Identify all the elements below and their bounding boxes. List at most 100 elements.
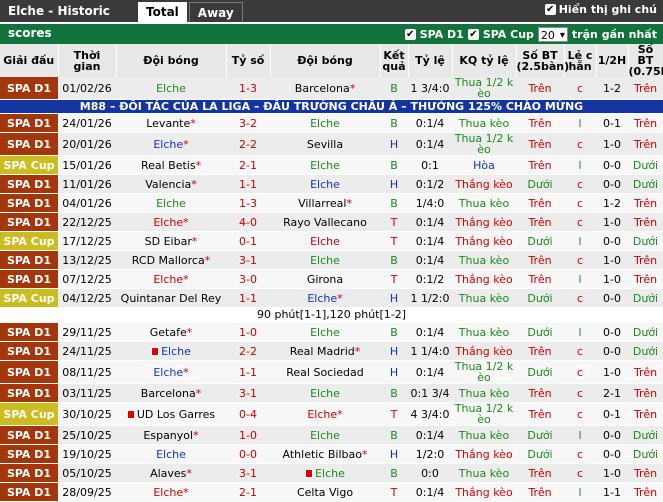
away-team-cell[interactable]: Elche [270,231,380,251]
team-name: Elche [310,177,340,191]
score-cell[interactable]: 2-2 [226,341,270,361]
away-team-cell[interactable]: Elche [270,250,380,270]
result-cell: T [380,212,408,232]
home-team-cell[interactable]: SD Eibar* [116,231,226,251]
away-team-cell[interactable]: Girona [270,269,380,289]
score-cell[interactable]: 1-1 [226,174,270,194]
half-time-cell: 0-0 [596,174,628,194]
table-header: Giải đấu Thời gian Đội bóng Tỷ số Đội bóng Kế… [0,44,663,77]
away-team-cell[interactable]: Elche [270,425,380,445]
home-team-cell[interactable]: Elche* [116,360,226,384]
home-team-cell[interactable]: RCD Mallorca* [116,250,226,270]
score-cell[interactable]: 1-3 [226,77,270,100]
over-under-cell: Trên [516,463,564,483]
home-team-cell[interactable]: Elche [116,444,226,464]
away-team-cell[interactable]: Athletic Bilbao* [270,444,380,464]
away-team-cell[interactable]: Celta Vigo [270,482,380,502]
score-cell[interactable]: 1-1 [226,288,270,308]
score-cell[interactable]: 2-1 [226,155,270,175]
odds-cell: 0:1/2 [408,269,452,289]
home-team-cell[interactable]: Elche [116,341,226,361]
table-row: SPA D1 28/09/25 Elche* 2-1 Celta Vigo T 0:1/4 T… [0,482,663,502]
match-count-select[interactable]: 20 [537,26,568,43]
away-team-cell[interactable]: Sevilla [270,132,380,156]
score-cell[interactable]: 1-0 [226,322,270,342]
score-cell[interactable]: 3-2 [226,113,270,133]
home-team-cell[interactable]: Elche* [116,482,226,502]
odds-result-cell: Thua kèo [452,322,516,342]
home-team-cell[interactable]: Barcelona* [116,383,226,403]
over-under-075-cell: Trên [628,250,663,270]
half-time-cell: 0-0 [596,288,628,308]
score-cell[interactable]: 2-2 [226,132,270,156]
odds-result-cell: Thua kèo [452,113,516,133]
score-cell[interactable]: 0-4 [226,402,270,426]
score-cell[interactable]: 3-0 [226,269,270,289]
table-row: SPA D1 29/11/25 Getafe* 1-0 Elche B 0:1/4 Thua … [0,322,663,342]
over-under-cell: Trên [516,193,564,213]
ad-banner-row[interactable]: M88 – ĐỐI TÁC CỦA LA LIGA – ĐẤU TRƯỜNG C… [0,99,663,114]
away-team-cell[interactable]: Villarreal* [270,193,380,213]
odds-result-cell: Thua kèo [452,463,516,483]
over-under-cell: Trên [516,250,564,270]
score-cell[interactable]: 2-1 [226,482,270,502]
away-team-cell[interactable]: Elche [270,463,380,483]
over-under-cell: Trên [516,132,564,156]
away-team-cell[interactable]: Elche [270,174,380,194]
odds-result-cell: Thắng kèo [452,231,516,251]
league-cell: SPA D1 [0,269,58,289]
ad-banner[interactable]: M88 – ĐỐI TÁC CỦA LA LIGA – ĐẤU TRƯỜNG C… [0,99,663,114]
away-team-cell[interactable]: Elche [270,383,380,403]
spa-d1-label: SPA D1 [419,27,464,41]
home-team-cell[interactable]: Elche [116,193,226,213]
score-cell[interactable]: 1-0 [226,425,270,445]
away-team-cell[interactable]: Elche [270,322,380,342]
score-cell[interactable]: 0-1 [226,231,270,251]
away-team-cell[interactable]: Barcelona* [270,77,380,100]
over-under-075-cell: Dưới [628,174,663,194]
score-cell[interactable]: 3-1 [226,463,270,483]
over-under-075-cell: Trên [628,77,663,100]
over-under-cell: Dưới [516,174,564,194]
home-team-cell[interactable]: Elche* [116,269,226,289]
away-team-cell[interactable]: Elche* [270,288,380,308]
score-cell[interactable]: 1-1 [226,360,270,384]
spa-cup-checkbox[interactable]: ✔ [467,28,479,40]
away-team-cell[interactable]: Elche* [270,402,380,426]
home-team-cell[interactable]: Levante* [116,113,226,133]
home-team-cell[interactable]: Elche [116,77,226,100]
score-cell[interactable]: 0-0 [226,444,270,464]
home-team-cell[interactable]: Alaves* [116,463,226,483]
home-team-cell[interactable]: Valencia* [116,174,226,194]
home-team-cell[interactable]: UD Los Garres [116,402,226,426]
score-cell[interactable]: 1-3 [226,193,270,213]
show-notes-toggle[interactable]: ✔ Hiển thị ghi chú [544,3,657,16]
home-team-cell[interactable]: Elche* [116,132,226,156]
home-team-cell[interactable]: Getafe* [116,322,226,342]
team-name: Villarreal [298,196,347,210]
away-team-cell[interactable]: Real Madrid* [270,341,380,361]
team-name: SD Eibar [144,234,192,248]
home-team-cell[interactable]: Espanyol* [116,425,226,445]
checkbox-icon[interactable]: ✔ [544,4,556,15]
score-cell[interactable]: 3-1 [226,383,270,403]
away-team-cell[interactable]: Elche [270,155,380,175]
home-team-cell[interactable]: Real Betis* [116,155,226,175]
score-cell[interactable]: 4-0 [226,212,270,232]
star-icon: * [183,365,189,379]
home-team-cell[interactable]: Quintanar Del Rey [116,288,226,308]
away-team-cell[interactable]: Rayo Vallecano [270,212,380,232]
tab-away[interactable]: Away [188,2,243,22]
half-time-cell: 1-2 [596,77,628,100]
page-title: Elche - Historic scores [8,4,110,40]
away-team-cell[interactable]: Real Sociedad [270,360,380,384]
half-time-cell: 0-0 [596,425,628,445]
tab-total[interactable]: Total [138,2,187,22]
team-name: Espanyol [143,428,194,442]
score-cell[interactable]: 3-1 [226,250,270,270]
home-team-cell[interactable]: Elche* [116,212,226,232]
over-under-cell: Dưới [516,322,564,342]
spa-d1-checkbox[interactable]: ✔ [404,28,416,40]
date-cell: 29/11/25 [58,322,116,342]
away-team-cell[interactable]: Elche [270,113,380,133]
